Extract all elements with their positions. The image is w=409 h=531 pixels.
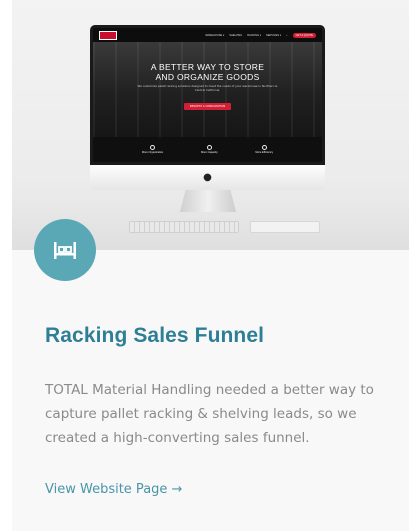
card-description: TOTAL Material Handling needed a better … <box>45 382 374 446</box>
site-nav-cta: GET A QUOTE <box>292 32 316 38</box>
pallet-rack-icon <box>54 242 76 259</box>
site-feature: More Organization <box>142 145 163 154</box>
site-headline-line2: AND ORGANIZE GOODS <box>155 72 260 82</box>
keyboard <box>129 221 239 233</box>
service-icon-badge <box>34 219 96 281</box>
site-nav-bar: WAREHOUSE ▾ SHELVING RACKING ▾ SERVICES … <box>93 28 322 42</box>
site-nav-item: RACKING ▾ <box>247 33 262 37</box>
imac-stand <box>180 190 236 212</box>
check-circle-icon <box>206 145 212 150</box>
trackpad <box>250 221 320 233</box>
view-website-link[interactable]: View Website Page → <box>45 482 182 497</box>
site-subtext: We customize pallet racking solutions de… <box>137 84 278 92</box>
site-feature-label: More Capacity <box>200 151 218 154</box>
imac-screen: WAREHOUSE ▾ SHELVING RACKING ▾ SERVICES … <box>90 25 325 165</box>
site-logo <box>99 30 117 40</box>
site-nav-item: WAREHOUSE ▾ <box>205 33 225 37</box>
site-headline-line1: A BETTER WAY TO STORE <box>150 62 265 72</box>
site-nav-item: SHELVING <box>229 33 243 37</box>
card-title: Racking Sales Funnel <box>45 324 265 347</box>
check-circle-icon <box>150 145 156 150</box>
imac-chin: ● <box>90 165 325 190</box>
site-feature-label: More Organization <box>141 151 164 154</box>
site-nav-item: SERVICES ▾ <box>266 33 282 37</box>
project-mockup-image: WAREHOUSE ▾ SHELVING RACKING ▾ SERVICES … <box>12 0 409 250</box>
check-circle-icon <box>261 145 267 150</box>
site-feature: More Capacity <box>201 145 218 154</box>
site-hero-section: A BETTER WAY TO STORE AND ORGANIZE GOODS… <box>93 42 322 137</box>
site-cta-button: REQUEST A CONSULTATION <box>183 103 232 111</box>
project-card: WAREHOUSE ▾ SHELVING RACKING ▾ SERVICES … <box>12 0 409 531</box>
site-search-icon: ⌕ <box>286 33 288 37</box>
site-feature: More Efficiency <box>255 145 273 154</box>
apple-logo-icon: ● <box>203 172 212 183</box>
site-feature-label: More Efficiency <box>255 151 274 154</box>
site-features-bar: More Organization More Capacity More Eff… <box>93 137 322 162</box>
